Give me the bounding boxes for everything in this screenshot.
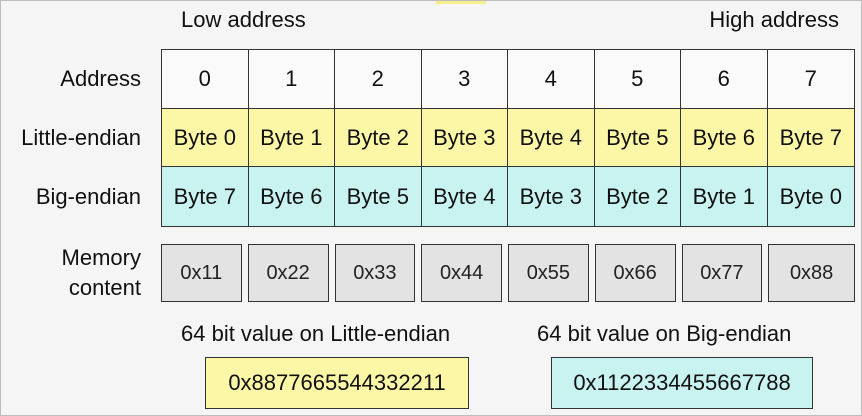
memory-cell: 0x11	[161, 244, 242, 302]
memory-cell: 0x66	[594, 244, 676, 302]
little-endian-value-box: 0x8877665544332211	[205, 357, 469, 409]
big-endian-value-caption: 64 bit value on Big-endian	[537, 321, 792, 346]
address-row-label: Address	[60, 66, 141, 91]
address-cell: 5	[595, 50, 681, 108]
memory-cell: 0x55	[508, 244, 589, 302]
little-endian-cell: Byte 3	[422, 109, 508, 166]
big-endian-row-label: Big-endian	[35, 184, 141, 209]
little-endian-cell: Byte 0	[162, 109, 249, 166]
address-cell: 0	[162, 50, 249, 108]
little-endian-cell: Byte 2	[335, 109, 422, 166]
memory-cell: 0x88	[768, 244, 855, 302]
big-endian-cell: Byte 6	[249, 167, 335, 226]
memory-cell: 0x22	[247, 244, 329, 302]
address-cell: 2	[335, 50, 422, 108]
big-endian-cell: Byte 4	[422, 167, 508, 226]
little-endian-row: Byte 0 Byte 1 Byte 2 Byte 3 Byte 4 Byte …	[161, 109, 855, 167]
big-endian-cell: Byte 3	[508, 167, 595, 226]
big-endian-cell: Byte 5	[335, 167, 422, 226]
big-endian-cell: Byte 2	[595, 167, 681, 226]
little-endian-value-caption: 64 bit value on Little-endian	[181, 321, 451, 346]
little-endian-cell: Byte 1	[249, 109, 335, 166]
big-endian-value-box: 0x1122334455667788	[551, 357, 813, 409]
diagram-frame: Low address High address Address Little-…	[0, 0, 862, 416]
memory-cell: 0x44	[421, 244, 502, 302]
high-address-header: High address	[709, 7, 839, 32]
address-row: 0 1 2 3 4 5 6 7	[161, 49, 855, 109]
address-cell: 1	[249, 50, 335, 108]
little-endian-cell: Byte 5	[595, 109, 681, 166]
memory-cell: 0x77	[681, 244, 763, 302]
memory-label-line2: content	[68, 275, 141, 300]
accent-bar	[436, 1, 486, 4]
address-cell: 3	[422, 50, 508, 108]
memory-cell: 0x33	[334, 244, 416, 302]
little-endian-row-label: Little-endian	[21, 125, 141, 150]
address-cell: 7	[804, 66, 817, 91]
big-endian-cell: Byte 7	[162, 167, 249, 226]
big-endian-row: Byte 7 Byte 6 Byte 5 Byte 4 Byte 3 Byte …	[161, 167, 855, 227]
memory-row: 0x11 0x22 0x33 0x44 0x55 0x66 0x77 0x88	[161, 244, 855, 302]
low-address-header: Low address	[181, 7, 306, 32]
big-endian-cell: Byte 1	[681, 167, 768, 226]
address-cell: 6	[681, 50, 768, 108]
little-endian-cell: Byte 6	[681, 109, 768, 166]
little-endian-cell: Byte 7	[779, 124, 842, 150]
big-endian-cell: Byte 0	[779, 183, 842, 209]
address-cell: 4	[508, 50, 595, 108]
little-endian-cell: Byte 4	[508, 109, 595, 166]
memory-label-line1: Memory	[61, 245, 141, 270]
